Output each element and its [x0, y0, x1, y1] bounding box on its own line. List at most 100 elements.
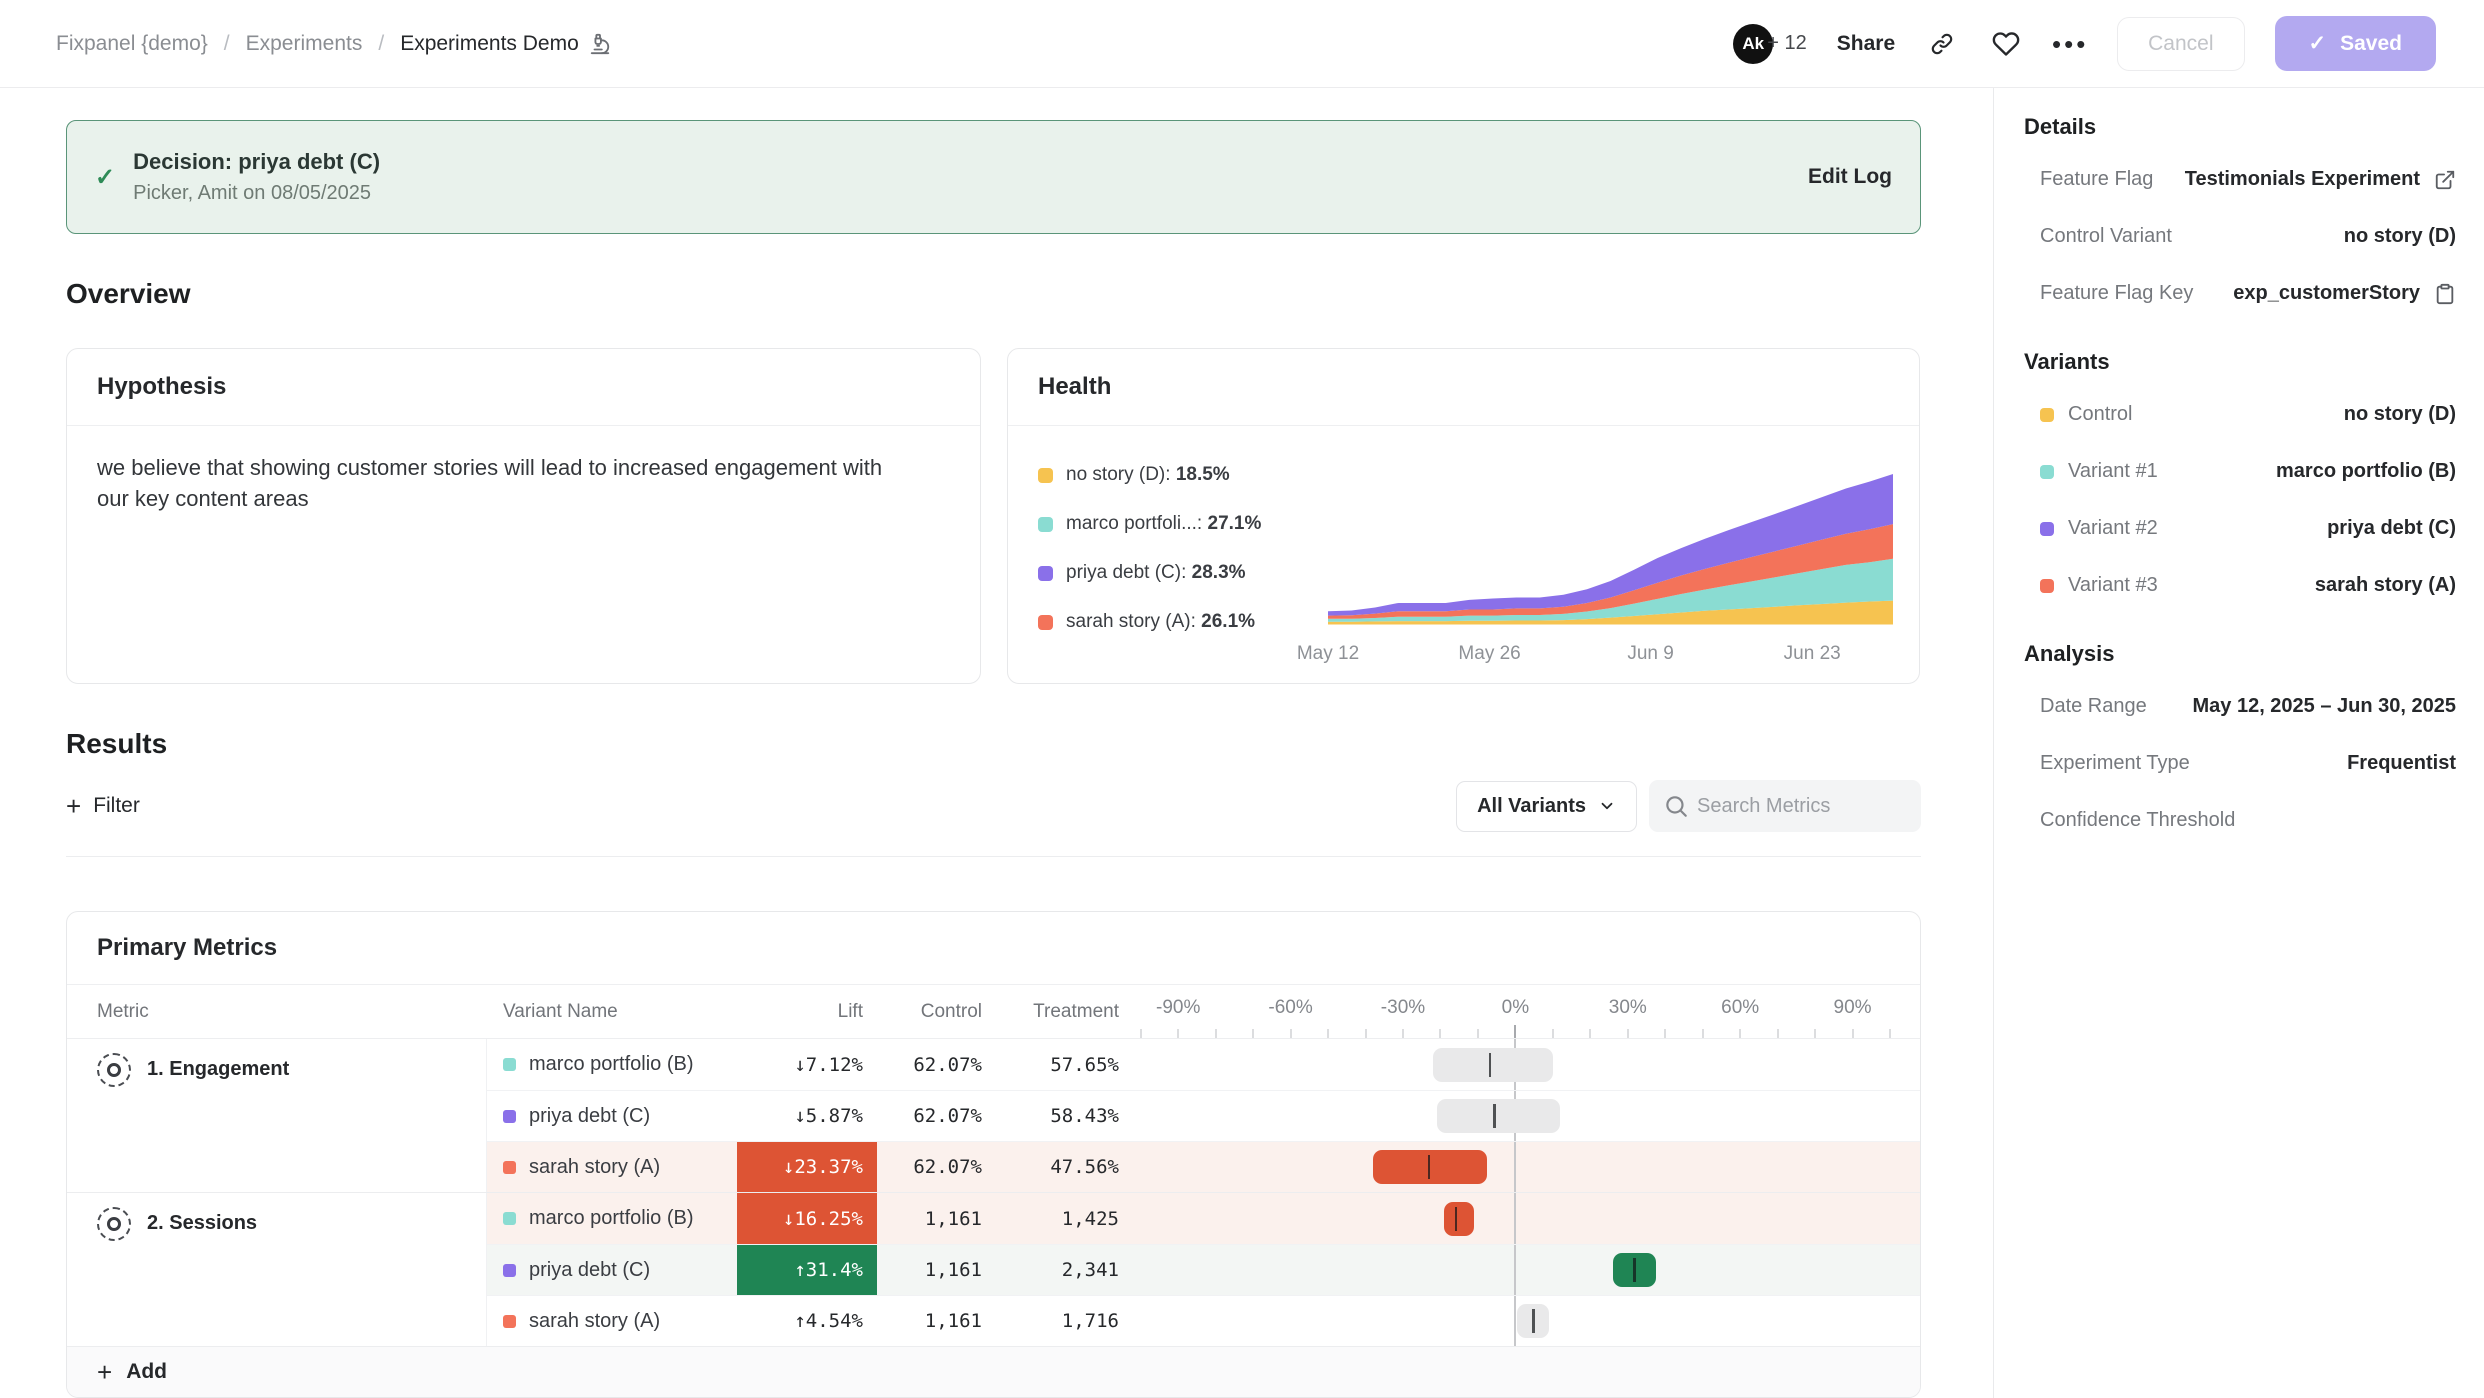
health-area-chart: [1328, 459, 1893, 631]
table-row[interactable]: sarah story (A)↑4.54%1,1611,716: [487, 1295, 1920, 1346]
breadcrumb: Fixpanel {demo} / Experiments / Experime…: [56, 32, 611, 56]
variant-label-text: Variant #1: [2068, 460, 2158, 483]
page: Fixpanel {demo} / Experiments / Experime…: [0, 0, 2484, 1398]
hypothesis-title: Hypothesis: [67, 349, 980, 426]
metric-cell[interactable]: 2. Sessions: [67, 1193, 487, 1346]
variant-color-chip: [503, 1058, 516, 1071]
filter-label: Filter: [93, 794, 140, 818]
axis-tick-label: -90%: [1156, 997, 1200, 1019]
confidence-interval-bar: [1433, 1048, 1553, 1082]
health-legend-item[interactable]: marco portfoli...: 27.1%: [1038, 513, 1328, 535]
variant-value: sarah story (A): [2315, 574, 2456, 597]
variant-label: Variant #2: [2040, 517, 2158, 540]
share-button[interactable]: Share: [1837, 32, 1895, 56]
variant-name: sarah story (A): [529, 1156, 660, 1179]
primary-metrics-title: Primary Metrics: [67, 912, 1920, 985]
variants-dropdown[interactable]: All Variants: [1456, 781, 1637, 832]
edit-log-button[interactable]: Edit Log: [1808, 165, 1892, 189]
x-axis-label: May 12: [1297, 643, 1359, 665]
analysis-label-text: Confidence Threshold: [2040, 809, 2235, 832]
health-title: Health: [1008, 349, 1919, 426]
favorite-heart-icon[interactable]: [1989, 27, 2023, 61]
analysis-value: May 12, 2025 – Jun 30, 2025: [2192, 695, 2456, 718]
confidence-interval-cell: [1137, 1142, 1920, 1192]
confidence-interval-cell: [1137, 1039, 1920, 1090]
variant-value-text: no story (D): [2344, 403, 2456, 426]
zero-axis-line: [1514, 1193, 1516, 1244]
add-label: Add: [126, 1360, 167, 1384]
copy-icon[interactable]: [2434, 283, 2456, 305]
breadcrumb-project[interactable]: Fixpanel {demo}: [56, 32, 208, 56]
confidence-interval-bar: [1444, 1202, 1474, 1236]
zero-axis-line: [1514, 1296, 1516, 1346]
search-metrics-input[interactable]: [1697, 795, 1897, 818]
health-legend-item[interactable]: priya debt (C): 28.3%: [1038, 562, 1328, 584]
confidence-interval-cell: [1137, 1193, 1920, 1244]
variants-dropdown-label: All Variants: [1477, 795, 1586, 818]
legend-label: marco portfoli...: 27.1%: [1066, 513, 1261, 535]
treatment-value: 1,716: [1002, 1310, 1137, 1332]
decision-subtitle: Picker, Amit on 08/05/2025: [133, 182, 380, 205]
control-value: 62.07%: [877, 1105, 1002, 1127]
variant-value: priya debt (C): [2327, 517, 2456, 540]
variant-value-text: sarah story (A): [2315, 574, 2456, 597]
cancel-button[interactable]: Cancel: [2117, 17, 2244, 71]
variant-color-chip: [2040, 408, 2054, 422]
axis-ruler-tick: [1215, 1029, 1217, 1038]
detail-label: Feature Flag: [2040, 168, 2153, 191]
saved-button[interactable]: ✓ Saved: [2275, 16, 2436, 71]
table-row[interactable]: priya debt (C)↑31.4%1,1612,341: [487, 1244, 1920, 1295]
table-row[interactable]: priya debt (C)↓5.87%62.07%58.43%: [487, 1090, 1920, 1141]
table-row[interactable]: marco portfolio (B)↓7.12%62.07%57.65%: [487, 1039, 1920, 1090]
variant-name-cell: priya debt (C): [487, 1105, 737, 1128]
col-header-lift: Lift: [737, 1001, 877, 1023]
hypothesis-card: Hypothesis we believe that showing custo…: [66, 348, 981, 684]
breadcrumb-separator: /: [378, 32, 384, 56]
col-header-treatment: Treatment: [1002, 1001, 1137, 1023]
variant-value: no story (D): [2344, 403, 2456, 426]
col-header-control: Control: [877, 1001, 1002, 1023]
axis-ruler-tick: [1252, 1029, 1254, 1038]
more-options-icon[interactable]: •••: [2053, 27, 2087, 61]
axis-ruler-tick: [1589, 1029, 1591, 1038]
variant-color-chip: [503, 1212, 516, 1225]
add-filter-button[interactable]: + Filter: [66, 794, 140, 818]
analysis-label: Date Range: [2040, 695, 2147, 718]
lift-mean-tick: [1455, 1207, 1458, 1231]
results-heading: Results: [66, 728, 1921, 760]
detail-value-text: exp_customerStory: [2233, 282, 2420, 305]
metric-cell[interactable]: 1. Engagement: [67, 1039, 487, 1192]
table-row[interactable]: sarah story (A)↓23.37%62.07%47.56%: [487, 1141, 1920, 1192]
variant-row: Variant #1marco portfolio (B): [2024, 460, 2456, 483]
variant-name: marco portfolio (B): [529, 1207, 694, 1230]
external-link-icon[interactable]: [2434, 169, 2456, 191]
treatment-value: 58.43%: [1002, 1105, 1137, 1127]
lift-value: ↑31.4%: [737, 1245, 877, 1295]
metric-group: 2. Sessions marco portfolio (B)↓16.25%1,1…: [67, 1193, 1920, 1347]
add-metric-button[interactable]: + Add: [67, 1347, 1920, 1397]
variant-name-cell: priya debt (C): [487, 1259, 737, 1282]
copy-link-icon[interactable]: [1925, 27, 1959, 61]
lift-value: ↓23.37%: [737, 1142, 877, 1192]
breadcrumb-experiments[interactable]: Experiments: [246, 32, 363, 56]
plus-icon: +: [66, 796, 81, 816]
analysis-heading: Analysis: [2024, 641, 2456, 667]
metric-name: 2. Sessions: [147, 1205, 257, 1235]
table-row[interactable]: marco portfolio (B)↓16.25%1,1611,425: [487, 1193, 1920, 1244]
legend-label: priya debt (C): 28.3%: [1066, 562, 1246, 584]
axis-tick-label: -60%: [1268, 997, 1312, 1019]
search-icon: [1663, 793, 1689, 819]
confidence-interval-cell: [1137, 1245, 1920, 1295]
lift-value: ↓5.87%: [737, 1091, 877, 1141]
treatment-value: 47.56%: [1002, 1156, 1137, 1178]
collaborators-count[interactable]: + 12: [1767, 32, 1806, 55]
variant-color-chip: [2040, 522, 2054, 536]
hypothesis-body: we believe that showing customer stories…: [67, 426, 947, 540]
health-legend-item[interactable]: no story (D): 18.5%: [1038, 464, 1328, 486]
metric-rows: marco portfolio (B)↓16.25%1,1611,425priy…: [487, 1193, 1920, 1346]
health-legend-item[interactable]: sarah story (A): 26.1%: [1038, 611, 1328, 633]
legend-value: 28.3%: [1192, 562, 1246, 583]
axis-ruler-tick: [1814, 1029, 1816, 1038]
lift-mean-tick: [1532, 1309, 1535, 1333]
variant-color-chip: [503, 1264, 516, 1277]
